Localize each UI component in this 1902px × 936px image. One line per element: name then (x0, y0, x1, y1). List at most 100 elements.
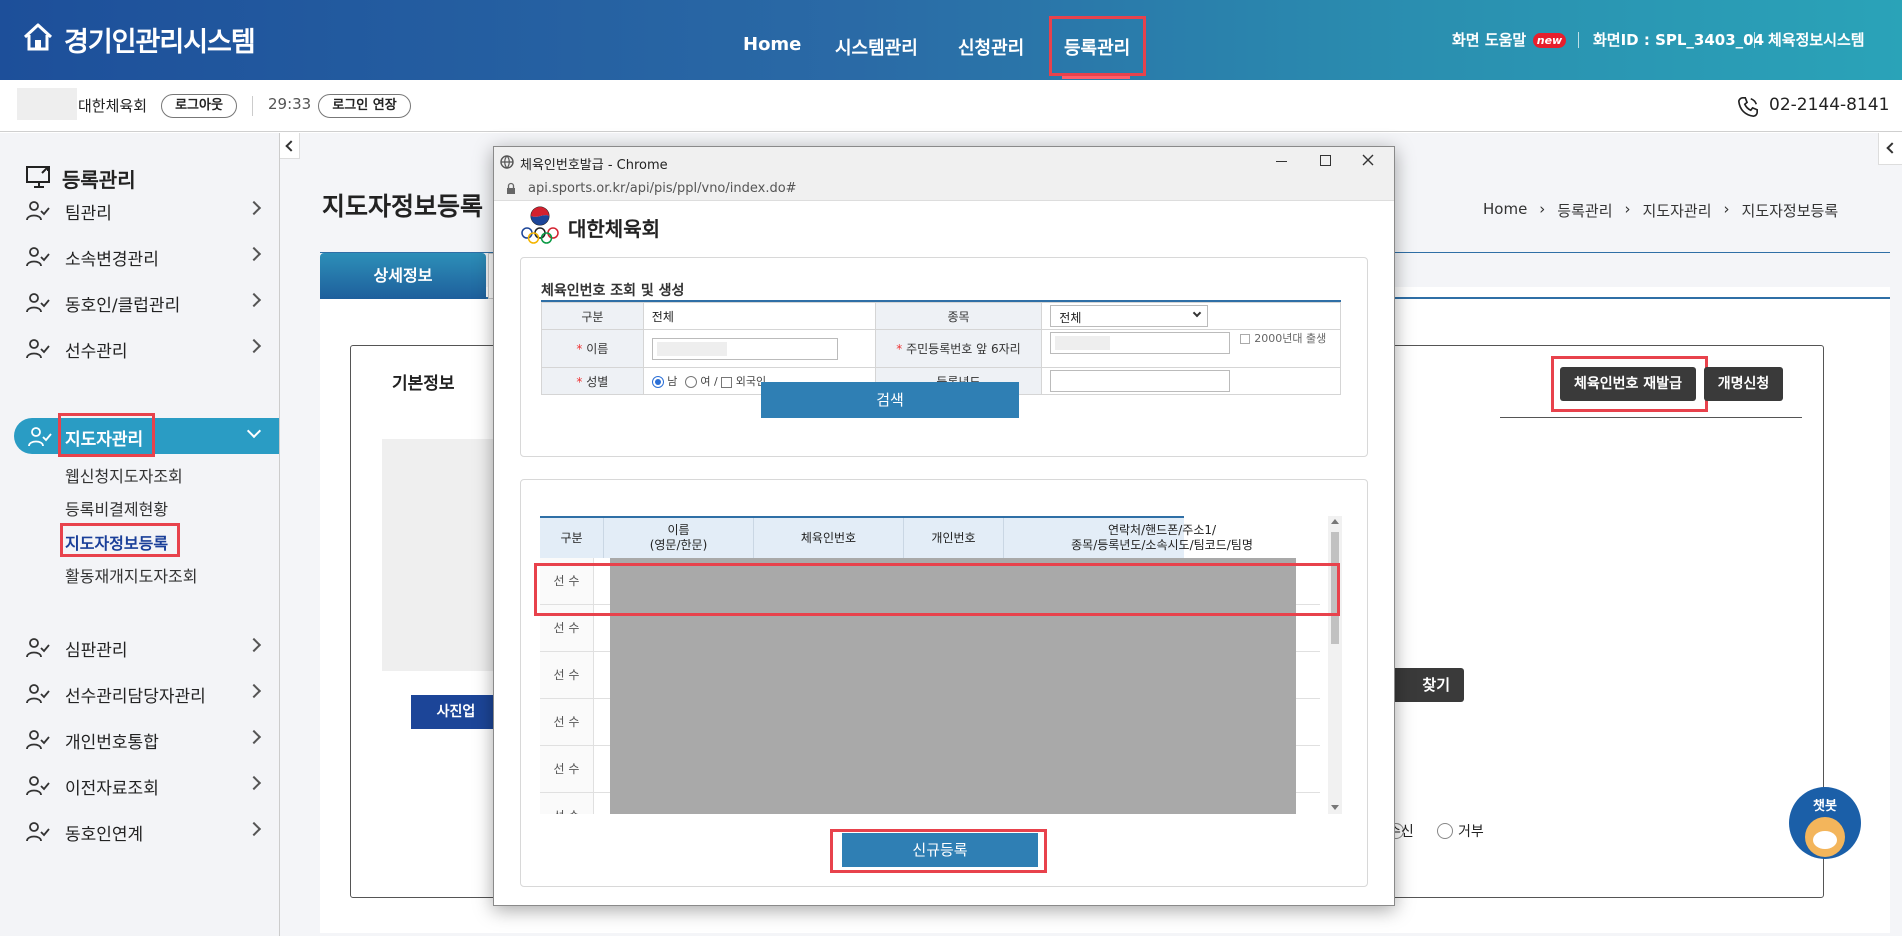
col-athlete-number: 체육인번호 (754, 518, 904, 558)
chevron-right-icon (246, 637, 262, 653)
results-table-header: 구분 이름 (영문/한문) 체육인번호 개인번호 연락처/핸드폰/주소1/ 종목… (540, 516, 1253, 558)
user-check-icon (26, 293, 50, 313)
scroll-up-icon[interactable] (1331, 519, 1339, 524)
chevron-right-icon (246, 729, 262, 745)
sidebar-collapse-button[interactable] (280, 133, 300, 159)
required-mark: * (576, 374, 587, 389)
popup-titlebar: 체육인번호발급 - Chrome (494, 147, 1394, 177)
sidebar-item-club-link[interactable]: 동호인연계 (0, 813, 279, 849)
sidebar-item-referee[interactable]: 심판관리 (0, 629, 279, 665)
jongmok-select[interactable]: 전체 (1050, 305, 1209, 327)
rrn-input[interactable] (1050, 332, 1231, 354)
name-input[interactable] (651, 337, 838, 360)
rename-request-button[interactable]: 개명신청 (1704, 367, 1783, 401)
results-scrollbar[interactable] (1328, 516, 1342, 814)
breadcrumb: Home › 등록관리 › 지도자관리 › 지도자정보등록 (1483, 200, 1838, 221)
breadcrumb-item[interactable]: 지도자관리 (1643, 200, 1712, 221)
row-type: 선 수 (540, 699, 594, 745)
nav-home[interactable]: Home (743, 34, 801, 55)
sidebar-title: 등록관리 (62, 168, 136, 192)
sidebar: 등록관리 팀관리 소속변경관리 동호인/클럽관리 선수관리 지도자관리 웹신청지… (0, 133, 280, 936)
chevron-right-icon (246, 338, 262, 354)
jongmok-select-value: 전체 (1059, 311, 1082, 325)
name-label-cell: * 이름 (541, 329, 644, 368)
nav-system-management[interactable]: 시스템관리 (835, 34, 918, 60)
sidebar-item-previous-data[interactable]: 이전자료조회 (0, 767, 279, 803)
tab-detail-info[interactable]: 상세정보 (320, 253, 486, 299)
support-phone: 02-2144-8141 (1769, 95, 1890, 115)
masked-value (656, 341, 727, 356)
gender-label: 성별 (586, 374, 609, 389)
sports-info-system-link[interactable]: 체육정보시스템 (1768, 29, 1865, 50)
sidebar-item-label: 선수관리 (65, 342, 128, 362)
sidebar-subitem-payment-status[interactable]: 등록비결제현황 (65, 496, 168, 520)
masked-value (1055, 336, 1111, 350)
user-check-icon (26, 776, 50, 796)
user-check-icon (26, 730, 50, 750)
breadcrumb-item[interactable]: Home (1483, 200, 1527, 221)
home-icon[interactable] (22, 22, 54, 52)
chevron-right-icon (246, 292, 262, 308)
new-badge: new (1533, 33, 1566, 48)
sidebar-subitem-reactivated-coach[interactable]: 활동재개지도자조회 (65, 563, 197, 587)
session-timer: 29:33 (268, 95, 312, 113)
reg-year-input[interactable] (1050, 370, 1231, 392)
male-radio[interactable] (651, 376, 664, 388)
app-title[interactable]: 경기인관리시스템 (64, 20, 256, 59)
popup-urlbar: api.sports.or.kr/api/pis/ppl/vno/index.d… (494, 177, 1394, 201)
female-radio[interactable] (684, 376, 697, 388)
mascot-face (1813, 831, 1837, 849)
chatbot-button[interactable]: 챗봇 (1789, 787, 1861, 859)
search-button[interactable]: 검색 (761, 382, 1019, 418)
user-check-icon (26, 822, 50, 842)
logout-button[interactable]: 로그아웃 (161, 94, 237, 118)
sidebar-item-affiliation-change[interactable]: 소속변경관리 (0, 238, 279, 274)
sidebar-item-label: 동호인/클럽관리 (65, 296, 181, 316)
sidebar-item-label: 소속변경관리 (65, 250, 159, 270)
sidebar-item-label: 심판관리 (65, 641, 128, 661)
scroll-down-icon[interactable] (1331, 805, 1339, 810)
chevron-right-icon (246, 683, 262, 699)
chevron-down-icon (1193, 308, 1202, 318)
sidebar-item-athlete[interactable]: 선수관리 (0, 330, 279, 366)
user-check-icon (26, 684, 50, 704)
highlight-box-nav (1049, 16, 1146, 76)
popup-url[interactable]: api.sports.or.kr/api/pis/ppl/vno/index.d… (528, 181, 797, 196)
chevron-left-icon (1886, 142, 1898, 154)
highlight-box-row (534, 563, 1340, 616)
top-header: 경기인관리시스템 Home 시스템관리 신청관리 등록관리 화면 도움말 new… (0, 0, 1902, 80)
user-check-icon (26, 247, 50, 267)
user-check-icon (26, 638, 50, 658)
screen-help-link[interactable]: 화면 도움말 (1452, 29, 1526, 50)
required-mark: * (896, 342, 907, 356)
female-label: 여 / (700, 375, 718, 388)
photo-upload-button[interactable]: 사진업 (411, 695, 501, 729)
reject-radio[interactable] (1437, 823, 1453, 839)
login-extend-button[interactable]: 로그인 연장 (318, 94, 411, 118)
breadcrumb-item[interactable]: 등록관리 (1557, 200, 1612, 221)
organization-name: 대한체육회 (78, 97, 148, 115)
user-check-icon (28, 427, 52, 447)
maximize-icon[interactable] (1320, 155, 1331, 166)
required-mark: * (576, 342, 587, 356)
rrn-label-cell: * 주민등록번호 앞 6자리 (874, 329, 1043, 368)
sidebar-item-personal-number[interactable]: 개인번호통합 (0, 721, 279, 757)
page-title: 지도자정보등록 (322, 192, 484, 221)
nav-application-management[interactable]: 신청관리 (958, 34, 1024, 60)
sidebar-item-team[interactable]: 팀관리 (0, 192, 279, 228)
minimize-icon[interactable] (1276, 161, 1287, 162)
chevron-right-icon (246, 200, 262, 216)
highlight-box-subitem (60, 523, 180, 557)
right-panel-toggle[interactable] (1878, 133, 1902, 165)
sidebar-item-club[interactable]: 동호인/클럽관리 (0, 284, 279, 320)
sidebar-item-athlete-manager[interactable]: 선수관리담당자관리 (0, 675, 279, 711)
jongmok-label: 종목 (874, 302, 1043, 330)
sidebar-subitem-web-coach[interactable]: 웹신청지도자조회 (65, 463, 183, 487)
radio-dot (654, 379, 661, 385)
foreigner-checkbox[interactable] (721, 376, 733, 388)
y2000-checkbox[interactable] (1240, 334, 1251, 344)
close-icon[interactable] (1362, 154, 1374, 166)
male-label: 남 (667, 375, 678, 388)
gubun-value: 전체 (642, 302, 876, 330)
sidebar-item-label: 팀관리 (65, 204, 112, 224)
